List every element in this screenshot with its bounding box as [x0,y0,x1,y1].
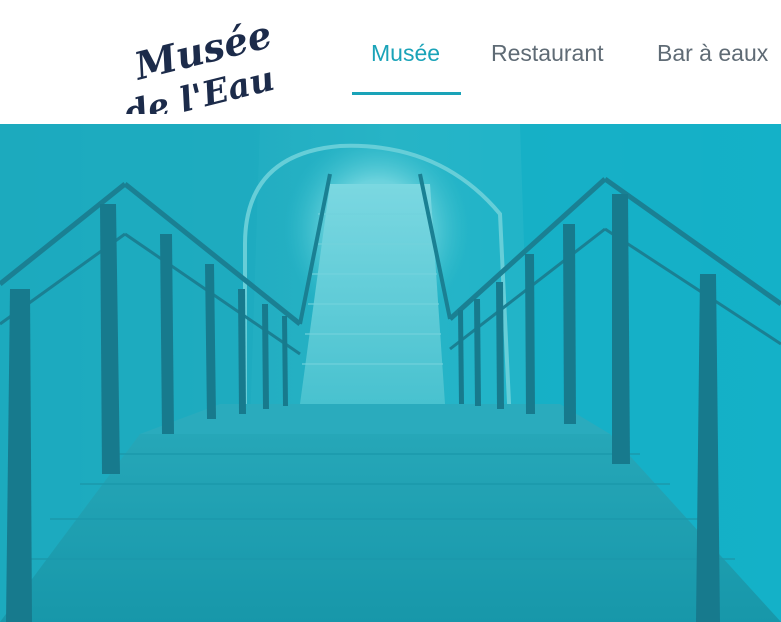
hero-image-staircase-tunnel [0,124,781,622]
hero-banner [0,124,781,622]
site-logo[interactable]: Musée Musée de l'Eau [110,6,310,114]
nav-item-restaurant[interactable]: Restaurant [491,40,604,67]
site-header: Musée Musée de l'Eau Musée Restaurant Ba… [0,0,781,124]
nav-item-bar-a-eaux[interactable]: Bar à eaux [657,40,768,67]
logo-image: Musée Musée de l'Eau [120,8,279,114]
nav-active-underline [352,92,461,95]
nav-item-musee[interactable]: Musée [371,40,440,67]
